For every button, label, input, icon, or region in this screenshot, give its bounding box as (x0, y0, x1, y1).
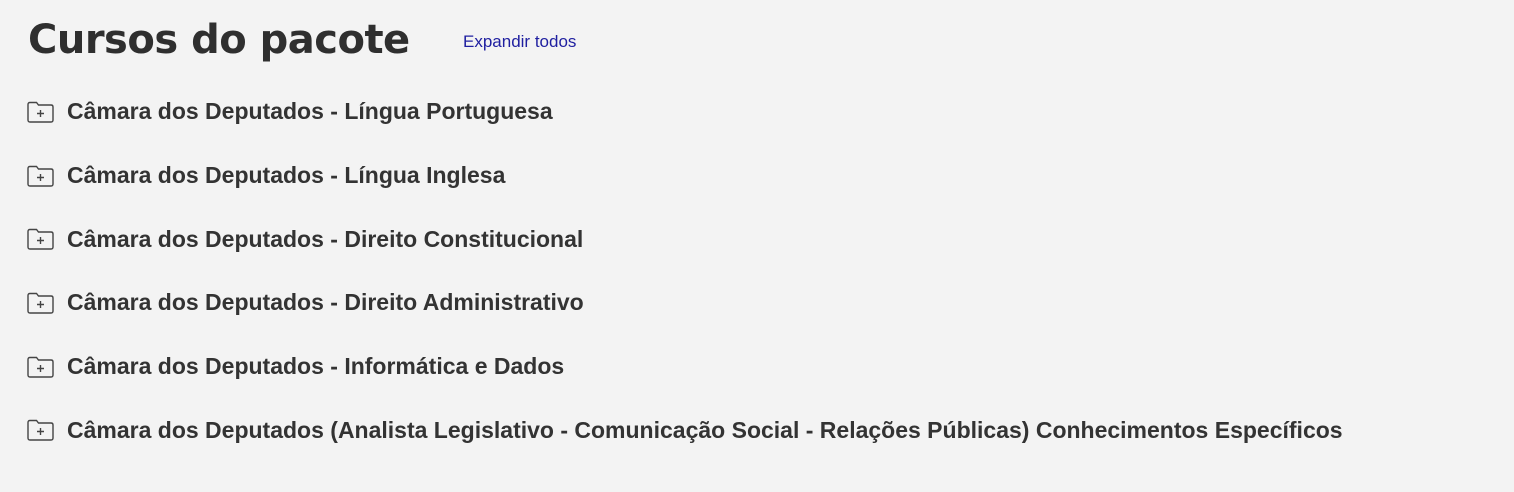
course-label: Câmara dos Deputados (Analista Legislati… (67, 416, 1343, 443)
header: Cursos do pacote (28, 14, 410, 66)
course-item[interactable]: Câmara dos Deputados - Língua Portuguesa (27, 80, 1343, 144)
course-label: Câmara dos Deputados - Direito Administr… (67, 289, 584, 316)
folder-plus-icon[interactable] (27, 101, 54, 123)
folder-plus-icon[interactable] (27, 228, 54, 250)
course-item[interactable]: Câmara dos Deputados - Direito Administr… (27, 271, 1343, 335)
folder-plus-icon[interactable] (27, 292, 54, 314)
page-title: Cursos do pacote (28, 17, 410, 63)
folder-plus-icon[interactable] (27, 419, 54, 441)
course-label: Câmara dos Deputados - Língua Portuguesa (67, 98, 553, 125)
course-item[interactable]: Câmara dos Deputados - Informática e Dad… (27, 335, 1343, 399)
course-item[interactable]: Câmara dos Deputados - Direito Constituc… (27, 207, 1343, 271)
course-item[interactable]: Câmara dos Deputados (Analista Legislati… (27, 398, 1343, 462)
course-label: Câmara dos Deputados - Informática e Dad… (67, 353, 565, 380)
course-label: Câmara dos Deputados - Língua Inglesa (67, 162, 506, 189)
folder-plus-icon[interactable] (27, 356, 54, 378)
course-list: Câmara dos Deputados - Língua Portuguesa… (27, 80, 1343, 462)
expand-all-link[interactable]: Expandir todos (463, 32, 576, 52)
course-label: Câmara dos Deputados - Direito Constituc… (67, 225, 584, 252)
folder-plus-icon[interactable] (27, 165, 54, 187)
course-item[interactable]: Câmara dos Deputados - Língua Inglesa (27, 144, 1343, 208)
course-package-panel: Cursos do pacote Expandir todos Câmara d… (0, 0, 1514, 492)
